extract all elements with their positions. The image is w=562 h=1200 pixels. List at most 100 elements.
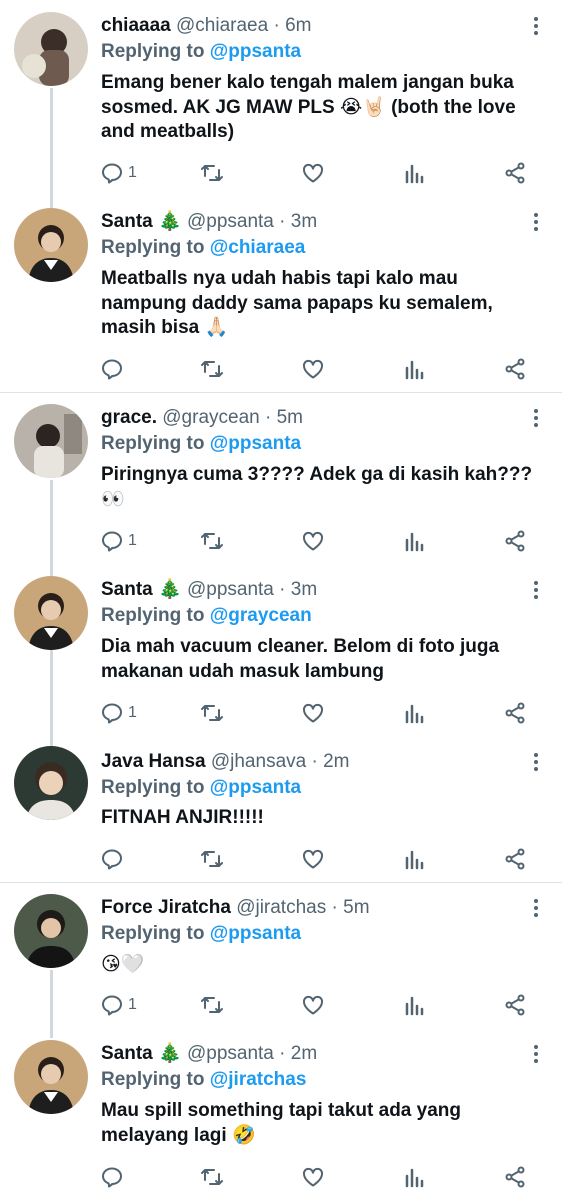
like-button[interactable]: [301, 992, 325, 1018]
views-icon: [405, 1168, 424, 1188]
display-name[interactable]: Java Hansa: [101, 751, 206, 772]
reply-button[interactable]: 1: [100, 992, 137, 1018]
share-button[interactable]: [503, 528, 527, 554]
views-button[interactable]: [403, 700, 427, 726]
user-handle[interactable]: @jiratchas: [236, 897, 326, 918]
reply-count: 1: [128, 532, 137, 549]
like-button[interactable]: [301, 700, 325, 726]
timestamp[interactable]: · 6m: [273, 15, 311, 36]
retweet-button[interactable]: [200, 356, 224, 382]
share-icon: [505, 530, 525, 552]
more-vertical-icon[interactable]: [526, 750, 546, 774]
user-handle[interactable]: @ppsanta: [187, 1043, 274, 1064]
user-handle[interactable]: @jhansava: [211, 751, 306, 772]
reply-mention[interactable]: @ppsanta: [210, 433, 301, 454]
display-name[interactable]: Santa 🎄: [101, 579, 182, 600]
reply-button[interactable]: 1: [100, 528, 137, 554]
retweet-icon: [201, 851, 223, 867]
tweet-actions: [0, 846, 562, 872]
like-button[interactable]: [301, 356, 325, 382]
display-name[interactable]: Santa 🎄: [101, 211, 182, 232]
tweet-actions: 1: [0, 160, 562, 186]
reply-button[interactable]: [100, 356, 128, 382]
reply-button[interactable]: [100, 846, 128, 872]
retweet-icon: [201, 165, 223, 181]
display-name[interactable]: grace.: [101, 407, 157, 428]
views-button[interactable]: [403, 992, 427, 1018]
views-button[interactable]: [403, 528, 427, 554]
reply-icon: [102, 849, 122, 870]
like-button[interactable]: [301, 846, 325, 872]
replying-to-label: Replying to: [101, 433, 205, 454]
timestamp[interactable]: · 3m: [279, 211, 317, 232]
reply-mention[interactable]: @ppsanta: [210, 41, 301, 62]
reply-icon: [102, 703, 122, 724]
replying-to-label: Replying to: [101, 41, 205, 62]
user-handle[interactable]: @chiaraea: [176, 15, 268, 36]
share-button[interactable]: [503, 356, 527, 382]
share-button[interactable]: [503, 992, 527, 1018]
reply-mention[interactable]: @chiaraea: [210, 237, 306, 258]
share-button[interactable]: [503, 1164, 527, 1190]
user-handle[interactable]: @ppsanta: [187, 211, 274, 232]
reply-mention[interactable]: @ppsanta: [210, 777, 301, 798]
avatar[interactable]: [14, 576, 88, 650]
tweet-text: Dia mah vacuum cleaner. Belom di foto ju…: [101, 636, 500, 682]
timestamp[interactable]: · 5m: [265, 407, 303, 428]
tweet-actions: [0, 356, 562, 382]
avatar[interactable]: [14, 404, 88, 478]
like-button[interactable]: [301, 160, 325, 186]
display-name[interactable]: chiaaaa: [101, 15, 171, 36]
avatar[interactable]: [14, 1040, 88, 1114]
display-name[interactable]: Force Jiratcha: [101, 897, 231, 918]
reply-count: 1: [128, 996, 137, 1013]
avatar[interactable]: [14, 208, 88, 282]
like-button[interactable]: [301, 528, 325, 554]
share-button[interactable]: [503, 846, 527, 872]
user-handle[interactable]: @graycean: [162, 407, 259, 428]
more-vertical-icon[interactable]: [526, 896, 546, 920]
avatar[interactable]: [14, 12, 88, 86]
more-vertical-icon[interactable]: [526, 14, 546, 38]
views-button[interactable]: [403, 160, 427, 186]
tweet-actions: 1: [0, 700, 562, 726]
reply-mention[interactable]: @graycean: [210, 605, 312, 626]
share-button[interactable]: [503, 160, 527, 186]
views-button[interactable]: [403, 356, 427, 382]
like-button[interactable]: [301, 1164, 325, 1190]
reply-mention[interactable]: @jiratchas: [210, 1069, 307, 1090]
heart-icon: [302, 163, 324, 183]
reply-icon: [102, 163, 122, 184]
more-vertical-icon[interactable]: [526, 210, 546, 234]
avatar[interactable]: [14, 746, 88, 820]
more-vertical-icon[interactable]: [526, 578, 546, 602]
user-handle[interactable]: @ppsanta: [187, 579, 274, 600]
tweet-text: Mau spill something tapi takut ada yang …: [101, 1100, 461, 1146]
retweet-button[interactable]: [200, 992, 224, 1018]
timestamp[interactable]: · 5m: [332, 897, 370, 918]
reply-mention[interactable]: @ppsanta: [210, 923, 301, 944]
retweet-button[interactable]: [200, 1164, 224, 1190]
reply-button[interactable]: [100, 1164, 128, 1190]
retweet-button[interactable]: [200, 528, 224, 554]
retweet-button[interactable]: [200, 700, 224, 726]
timestamp[interactable]: · 3m: [279, 579, 317, 600]
more-vertical-icon[interactable]: [526, 406, 546, 430]
retweet-button[interactable]: [200, 160, 224, 186]
avatar[interactable]: [14, 894, 88, 968]
reply-button[interactable]: 1: [100, 160, 137, 186]
retweet-button[interactable]: [200, 846, 224, 872]
replying-to-label: Replying to: [101, 1069, 205, 1090]
tweet-actions: [0, 1164, 562, 1190]
timestamp[interactable]: · 2m: [279, 1043, 317, 1064]
timestamp[interactable]: · 2m: [311, 751, 349, 772]
views-button[interactable]: [403, 846, 427, 872]
share-button[interactable]: [503, 700, 527, 726]
display-name[interactable]: Santa 🎄: [101, 1043, 182, 1064]
views-button[interactable]: [403, 1164, 427, 1190]
reply-button[interactable]: 1: [100, 700, 137, 726]
more-vertical-icon[interactable]: [526, 1042, 546, 1066]
share-icon: [505, 162, 525, 184]
tweet-text: Piringnya cuma 3???? Adek ga di kasih ka…: [101, 464, 533, 510]
views-icon: [405, 996, 424, 1016]
